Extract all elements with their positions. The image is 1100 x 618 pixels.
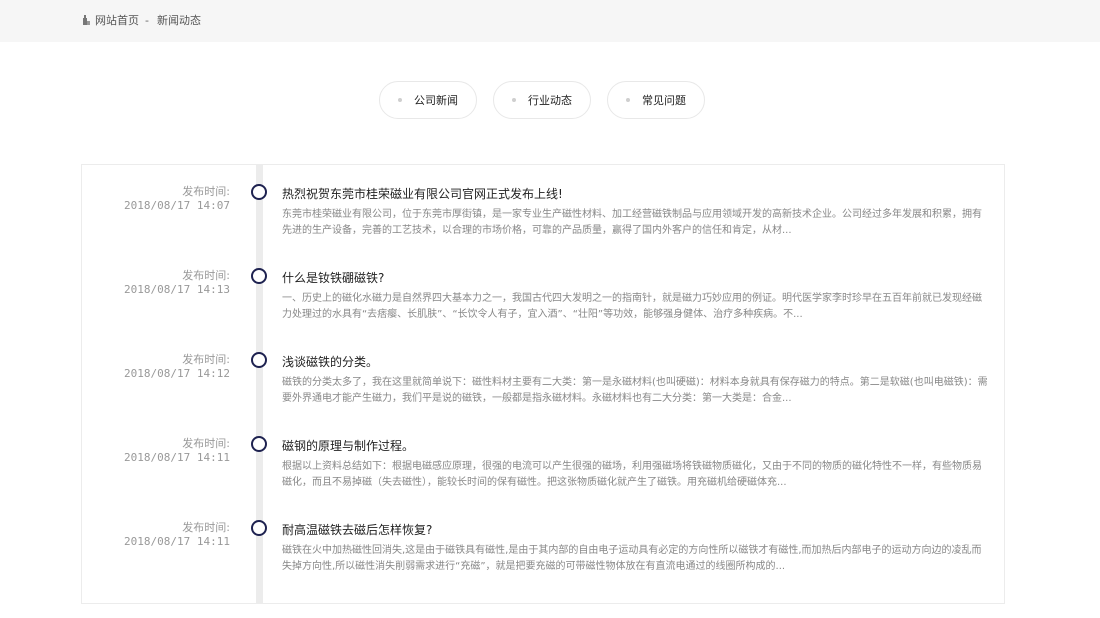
tab-label: 常见问题	[642, 94, 686, 107]
publish-date-label: 发布时间:	[182, 521, 230, 534]
tab-label: 行业动态	[528, 94, 572, 107]
publish-date: 发布时间: 2018/08/17 14:07	[82, 185, 230, 213]
category-tabs: 公司新闻 行业动态 常见问题	[379, 81, 705, 119]
home-icon	[83, 15, 90, 25]
breadcrumb-home-link[interactable]: 网站首页	[95, 12, 139, 28]
news-item: 发布时间: 2018/08/17 14:11 磁钢的原理与制作过程。 根据以上资…	[82, 417, 1004, 501]
publish-date-value: 2018/08/17 14:13	[124, 283, 230, 296]
publish-date-label: 发布时间:	[182, 185, 230, 198]
publish-date: 发布时间: 2018/08/17 14:13	[82, 269, 230, 297]
tab-label: 公司新闻	[414, 94, 458, 107]
tab-industry-news[interactable]: 行业动态	[493, 81, 591, 119]
publish-date-label: 发布时间:	[182, 353, 230, 366]
news-item: 发布时间: 2018/08/17 14:07 热烈祝贺东莞市桂荣磁业有限公司官网…	[82, 165, 1004, 249]
news-item: 发布时间: 2018/08/17 14:12 浅谈磁铁的分类。 磁铁的分类太多了…	[82, 333, 1004, 417]
news-title-link[interactable]: 什么是钕铁硼磁铁?	[282, 269, 384, 286]
news-summary: 根据以上资料总结如下：根据电磁感应原理，很强的电流可以产生很强的磁场，利用强磁场…	[282, 461, 982, 488]
news-summary: 磁铁的分类太多了，我在这里就简单说下：磁性料材主要有二大类：第一是永磁材料(也叫…	[282, 377, 988, 404]
bullet-icon	[512, 98, 516, 102]
news-title-link[interactable]: 浅谈磁铁的分类。	[282, 353, 378, 370]
breadcrumb: 网站首页 - 新闻动态	[82, 12, 201, 28]
news-title-link[interactable]: 热烈祝贺东莞市桂荣磁业有限公司官网正式发布上线!	[282, 185, 563, 202]
breadcrumb-current: 新闻动态	[156, 14, 201, 27]
timeline-node-icon	[251, 184, 267, 200]
news-summary: 一、历史上的磁化水磁力是自然界四大基本力之一，我国古代四大发明之一的指南针，就是…	[282, 293, 982, 320]
publish-date: 发布时间: 2018/08/17 14:11	[82, 521, 230, 549]
publish-date-value: 2018/08/17 14:07	[124, 199, 230, 212]
timeline-node-icon	[251, 352, 267, 368]
breadcrumb-separator: -	[145, 13, 149, 27]
news-title-link[interactable]: 磁钢的原理与制作过程。	[282, 437, 414, 454]
news-title-link[interactable]: 耐高温磁铁去磁后怎样恢复?	[282, 521, 432, 538]
timeline-node-icon	[251, 436, 267, 452]
news-summary: 磁铁在火中加热磁性回消失,这是由于磁铁具有磁性,是由于其内部的自由电子运动具有必…	[282, 545, 982, 572]
publish-date: 发布时间: 2018/08/17 14:12	[82, 353, 230, 381]
publish-date-value: 2018/08/17 14:11	[124, 451, 230, 464]
timeline-node-icon	[251, 268, 267, 284]
news-item: 发布时间: 2018/08/17 14:13 什么是钕铁硼磁铁? 一、历史上的磁…	[82, 249, 1004, 333]
news-list-panel: 发布时间: 2018/08/17 14:07 热烈祝贺东莞市桂荣磁业有限公司官网…	[81, 164, 1005, 604]
tab-faq[interactable]: 常见问题	[607, 81, 705, 119]
publish-date-value: 2018/08/17 14:11	[124, 535, 230, 548]
news-summary: 东莞市桂荣磁业有限公司，位于东莞市厚街镇，是一家专业生产磁性材料、加工经营磁铁制…	[282, 209, 982, 236]
timeline-node-icon	[251, 520, 267, 536]
tab-company-news[interactable]: 公司新闻	[379, 81, 477, 119]
bullet-icon	[398, 98, 402, 102]
publish-date-value: 2018/08/17 14:12	[124, 367, 230, 380]
bullet-icon	[626, 98, 630, 102]
publish-date-label: 发布时间:	[182, 269, 230, 282]
news-item: 发布时间: 2018/08/17 14:11 耐高温磁铁去磁后怎样恢复? 磁铁在…	[82, 501, 1004, 585]
publish-date: 发布时间: 2018/08/17 14:11	[82, 437, 230, 465]
breadcrumb-bar: 网站首页 - 新闻动态	[0, 0, 1100, 42]
publish-date-label: 发布时间:	[182, 437, 230, 450]
